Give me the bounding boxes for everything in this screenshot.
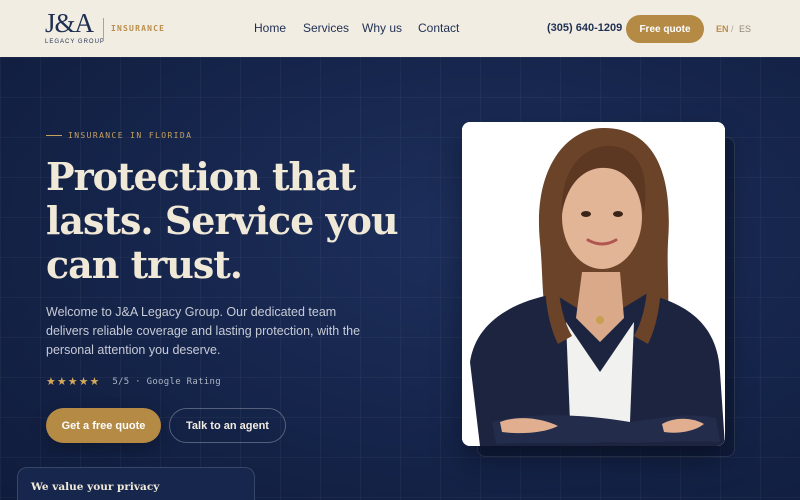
nav-home[interactable]: Home [254, 21, 286, 35]
logo-mark: J&A [45, 8, 94, 38]
free-quote-button[interactable]: Free quote [626, 15, 704, 43]
nav-services[interactable]: Services [303, 21, 349, 35]
rating-row: ★★★★★ 5/5 · Google Rating [46, 375, 221, 388]
eyebrow-line [46, 135, 62, 136]
lang-separator: / [731, 24, 734, 34]
hero-subtext: Welcome to J&A Legacy Group. Our dedicat… [46, 305, 361, 357]
hero-eyebrow: INSURANCE IN FLORIDA [68, 131, 193, 140]
phone-link[interactable]: (305) 640-1209 [547, 22, 622, 34]
get-free-quote-button[interactable]: Get a free quote [46, 408, 161, 443]
privacy-title: We value your privacy [31, 481, 160, 493]
headline-line: lasts. Service you [46, 198, 399, 243]
agent-photo-card [462, 122, 725, 446]
headline-line: can trust. [46, 242, 243, 287]
lang-es-toggle[interactable]: ES [739, 24, 751, 34]
logo-divider [103, 18, 104, 40]
rating-text: 5/5 · Google Rating [112, 376, 221, 387]
headline-line: Protection that [46, 154, 356, 199]
talk-to-agent-button[interactable]: Talk to an agent [169, 408, 286, 443]
nav-contact[interactable]: Contact [418, 21, 459, 35]
hero-headline: Protection that lasts. Service you can t… [46, 155, 426, 287]
logo-tagline: INSURANCE [111, 24, 166, 33]
star-rating-icons: ★★★★★ [46, 376, 101, 388]
logo[interactable]: J&A LEGACY GROUP [45, 8, 105, 48]
logo-subtitle: LEGACY GROUP [45, 39, 105, 45]
agent-portrait-image [462, 122, 725, 446]
nav-why-us[interactable]: Why us [362, 21, 402, 35]
hero-section: INSURANCE IN FLORIDA Protection that las… [0, 57, 800, 500]
lang-en-toggle[interactable]: EN [716, 24, 729, 34]
site-header: J&A LEGACY GROUP INSURANCE Home Services… [0, 0, 800, 57]
privacy-banner: We value your privacy [17, 467, 255, 500]
